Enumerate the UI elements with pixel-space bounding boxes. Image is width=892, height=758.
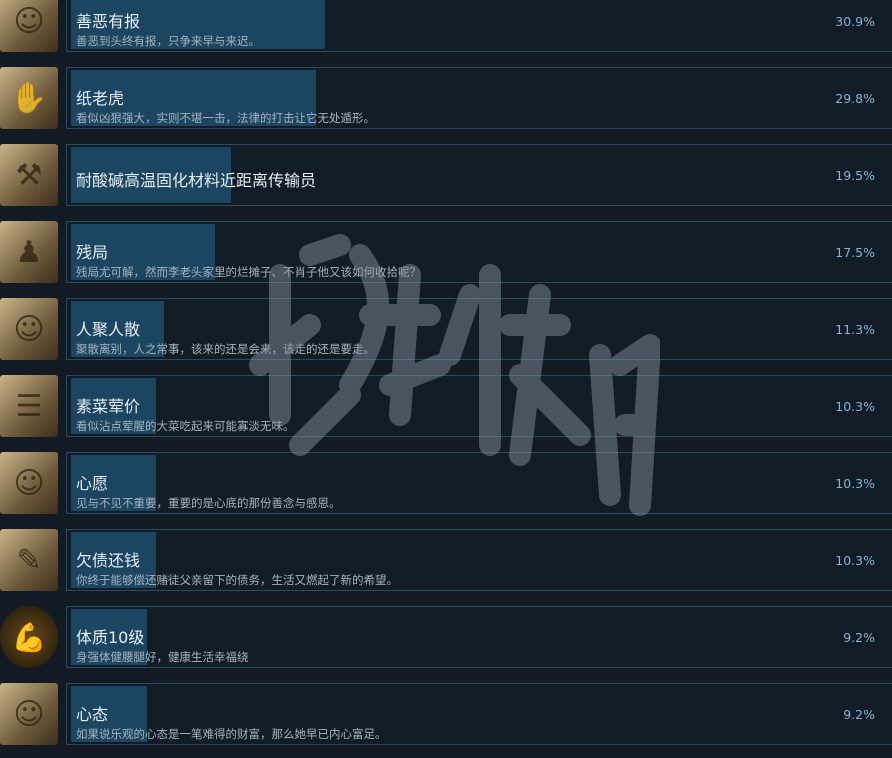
achievement-title: 善恶有报 [76, 12, 141, 31]
smiling-woman-portrait-icon: ☺ [0, 683, 58, 745]
achievement-card[interactable]: 残局残局尤可解，然而李老头家里的烂摊子、不肖子他又该如何收拾呢？ 17.5% [66, 221, 892, 283]
paper-tiger-icon: ✋ [0, 67, 58, 129]
achievement-row[interactable]: ☺ 人聚人散聚散离别，人之常事，该来的还是会来，该走的还是要走。 11.3% [0, 296, 892, 373]
achievement-title: 体质10级 [76, 628, 145, 647]
achievement-row[interactable]: ☰ 素菜荤价看似沾点荤腥的大菜吃起来可能寡淡无味。 10.3% [0, 373, 892, 450]
achievement-row[interactable]: ☺ 心愿见与不见不重要，重要的是心底的那份善念与感恩。 10.3% [0, 450, 892, 527]
achievement-card[interactable]: 耐酸碱高温固化材料近距离传输员 19.5% [66, 144, 892, 206]
unlock-percentage: 9.2% [843, 630, 875, 645]
achievement-card[interactable]: 人聚人散聚散离别，人之常事，该来的还是会来，该走的还是要走。 11.3% [66, 298, 892, 360]
debt-notebook-icon: ✎ [0, 529, 58, 591]
achievement-title: 心态 [76, 705, 109, 724]
achievement-description: 看似凶狠强大，实则不堪一击，法律的打击让它无处遁形。 [76, 111, 375, 125]
worker-icon: ⚒ [0, 144, 58, 206]
achievement-card[interactable]: 心愿见与不见不重要，重要的是心底的那份善念与感恩。 10.3% [66, 452, 892, 514]
unlock-percentage: 30.9% [835, 14, 875, 29]
achievement-row[interactable]: 💪 体质10级身强体健腰腿好，健康生活幸福绕 9.2% [0, 604, 892, 681]
achievement-card[interactable]: 欠债还钱你终于能够偿还赌徒父亲留下的债务，生活又燃起了新的希望。 10.3% [66, 529, 892, 591]
achievement-card[interactable]: 心态如果说乐观的心态是一笔难得的财富，那么她早已内心富足。 9.2% [66, 683, 892, 745]
chess-endgame-icon: ♟ [0, 221, 58, 283]
achievement-title: 残局 [76, 243, 109, 262]
elderly-woman-portrait-icon: ☺ [0, 452, 58, 514]
achievement-description: 如果说乐观的心态是一笔难得的财富，那么她早已内心富足。 [76, 727, 387, 741]
achievement-card[interactable]: 体质10级身强体健腰腿好，健康生活幸福绕 9.2% [66, 606, 892, 668]
unlock-percentage: 9.2% [843, 707, 875, 722]
achievement-description: 善恶到头终有报，只争来早与来迟。 [76, 34, 260, 48]
achievement-description: 你终于能够偿还赌徒父亲留下的债务，生活又燃起了新的希望。 [76, 573, 398, 587]
achievement-title: 人聚人散 [76, 320, 141, 339]
achievement-title: 耐酸碱高温固化材料近距离传输员 [76, 171, 317, 190]
food-stall-icon: ☰ [0, 375, 58, 437]
young-man-portrait-icon: ☺ [0, 298, 58, 360]
unlock-percentage: 10.3% [835, 553, 875, 568]
unlock-percentage: 19.5% [835, 168, 875, 183]
achievement-description: 聚散离别，人之常事，该来的还是会来，该走的还是要走。 [76, 342, 375, 356]
achievement-row[interactable]: ♟ 残局残局尤可解，然而李老头家里的烂摊子、不肖子他又该如何收拾呢？ 17.5% [0, 219, 892, 296]
achievement-card[interactable]: 素菜荤价看似沾点荤腥的大菜吃起来可能寡淡无味。 10.3% [66, 375, 892, 437]
achievement-title: 纸老虎 [76, 89, 125, 108]
achievement-title: 素菜荤价 [76, 397, 141, 416]
achievement-row[interactable]: ☺ 善恶有报善恶到头终有报，只争来早与来迟。 30.9% [0, 0, 892, 65]
achievement-card[interactable]: 纸老虎看似凶狠强大，实则不堪一击，法律的打击让它无处遁形。 29.8% [66, 67, 892, 129]
achievement-description: 看似沾点荤腥的大菜吃起来可能寡淡无味。 [76, 419, 295, 433]
unlock-percentage: 29.8% [835, 91, 875, 106]
achievement-row[interactable]: ⚒ 耐酸碱高温固化材料近距离传输员 19.5% [0, 142, 892, 219]
achievement-row[interactable]: ✎ 欠债还钱你终于能够偿还赌徒父亲留下的债务，生活又燃起了新的希望。 10.3% [0, 527, 892, 604]
achievement-row[interactable]: ✋ 纸老虎看似凶狠强大，实则不堪一击，法律的打击让它无处遁形。 29.8% [0, 65, 892, 142]
achievement-title: 欠债还钱 [76, 551, 141, 570]
flexed-arm-icon: 💪 [0, 606, 58, 668]
achievement-list: ☺ 善恶有报 善恶到头终有报，只争来早与来迟。 30.9% ✋ 纸老虎 看似凶狠强大，实则不… [0, 0, 892, 758]
unlock-percentage: 10.3% [835, 476, 875, 491]
unlock-percentage: 10.3% [835, 399, 875, 414]
achievement-title: 心愿 [76, 474, 109, 493]
man-glasses-portrait-icon: ☺ [0, 0, 58, 52]
achievement-description: 见与不见不重要，重要的是心底的那份善念与感恩。 [76, 496, 341, 510]
achievement-card[interactable]: 善恶有报善恶到头终有报，只争来早与来迟。 30.9% [66, 0, 892, 52]
achievement-row[interactable]: ☺ 心态如果说乐观的心态是一笔难得的财富，那么她早已内心富足。 9.2% [0, 681, 892, 758]
unlock-percentage: 11.3% [835, 322, 875, 337]
achievement-description: 残局尤可解，然而李老头家里的烂摊子、不肖子他又该如何收拾呢？ [76, 265, 421, 279]
achievement-description: 身强体健腰腿好，健康生活幸福绕 [76, 650, 249, 664]
unlock-percentage: 17.5% [835, 245, 875, 260]
